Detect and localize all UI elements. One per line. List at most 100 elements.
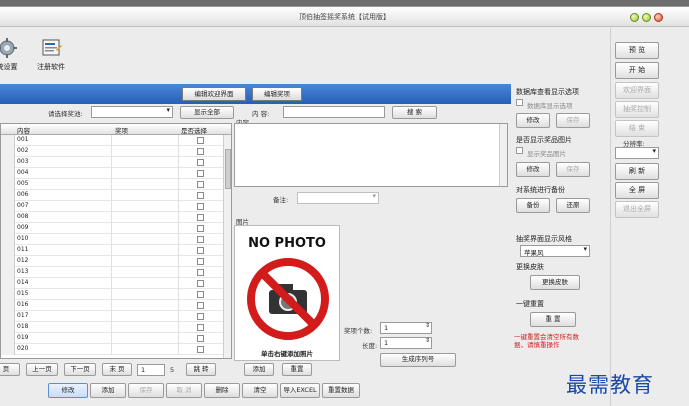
cell-divider [111,322,112,333]
row-select-checkbox[interactable] [197,346,204,353]
add-button[interactable]: 添加 [90,383,126,398]
row-select-checkbox[interactable] [197,313,204,320]
style-select[interactable]: 苹果风 ▾ [520,245,590,257]
row-select-checkbox[interactable] [197,159,204,166]
row-select-checkbox[interactable] [197,269,204,276]
content-textarea[interactable] [234,123,508,187]
reset-data-button[interactable]: 重置数据 [322,383,360,398]
table-row[interactable]: 019 [1,333,223,344]
table-row[interactable]: 005 [1,179,223,190]
reset-all-button[interactable]: 重 置 [530,312,576,327]
welcome-screen-button[interactable]: 欢迎界面 [615,82,659,99]
fullscreen-button[interactable]: 全 屏 [615,182,659,199]
reset-picture-button[interactable]: 重置 [282,363,312,376]
show-picture-save-button[interactable]: 保存 [556,162,590,177]
minimize-button[interactable] [630,13,639,22]
table-row[interactable]: 008 [1,212,223,223]
pool-select[interactable]: ▾ [91,106,173,118]
change-skin-button[interactable]: 更换皮肤 [530,275,580,290]
prev-page-button[interactable]: 上一页 [26,363,58,376]
db-display-save-button[interactable]: 保存 [556,113,590,128]
row-select-checkbox[interactable] [197,148,204,155]
import-excel-button[interactable]: 导入EXCEL [280,383,320,398]
table-row[interactable]: 018 [1,322,223,333]
edit-welcome-button[interactable]: 编辑欢迎界面 [182,87,246,101]
last-page-button[interactable]: 末 页 [102,363,132,376]
prize-picture[interactable]: NO PHOTO 单击右键添加照片 [234,225,340,361]
row-select-checkbox[interactable] [197,214,204,221]
refresh-button[interactable]: 刷 新 [615,163,659,180]
show-picture-checkbox[interactable] [516,147,523,154]
row-select-checkbox[interactable] [197,225,204,232]
next-page-button[interactable]: 下一页 [64,363,96,376]
modify-button[interactable]: 修改 [48,383,88,398]
row-select-checkbox[interactable] [197,192,204,199]
preview-button[interactable]: 预 览 [615,42,659,59]
db-display-modify-button[interactable]: 修改 [516,113,550,128]
toolbar-register[interactable]: 注册软件 [32,38,70,72]
row-select-checkbox[interactable] [197,258,204,265]
prize-count-stepper[interactable]: 1 ⇕ [380,322,432,334]
page-input[interactable]: 1 [137,364,165,376]
table-row[interactable]: 009 [1,223,223,234]
row-select-checkbox[interactable] [197,280,204,287]
db-display-checkbox[interactable] [516,99,523,106]
row-select-checkbox[interactable] [197,236,204,243]
length-stepper[interactable]: 1 ⇕ [380,337,432,349]
show-all-button[interactable]: 显示全部 [180,106,234,119]
backup-button[interactable]: 备份 [516,198,550,213]
table-row[interactable]: 011 [1,245,223,256]
note-select[interactable]: ▾ [297,192,379,204]
table-scrollbar[interactable] [223,135,231,358]
exit-fullscreen-button[interactable]: 退出全屏 [615,201,659,218]
table-row[interactable]: 020 [1,344,223,355]
edit-prizes-button[interactable]: 编辑奖项 [252,87,302,101]
jump-button[interactable]: 跳 转 [186,363,216,376]
row-select-checkbox[interactable] [197,291,204,298]
row-select-checkbox[interactable] [197,137,204,144]
table-row[interactable]: 013 [1,267,223,278]
toolbar-settings[interactable]: 统设置 [0,38,20,72]
row-header-cell [1,234,15,245]
table-row[interactable]: 014 [1,278,223,289]
cancel-button[interactable]: 取 消 [166,383,202,398]
first-page-button[interactable]: 页 [0,363,20,376]
maximize-button[interactable] [642,13,651,22]
generate-serial-button[interactable]: 生成序列号 [380,353,456,367]
table-row[interactable]: 006 [1,190,223,201]
delete-button[interactable]: 删除 [204,383,240,398]
search-button[interactable]: 搜 索 [392,106,437,119]
table-row[interactable]: 007 [1,201,223,212]
row-select-checkbox[interactable] [197,170,204,177]
resolution-select[interactable]: ▾ [615,147,659,159]
lottery-control-button[interactable]: 抽奖控制 [615,101,659,118]
row-select-checkbox[interactable] [197,203,204,210]
row-select-checkbox[interactable] [197,247,204,254]
table-row[interactable]: 001 [1,135,223,146]
save-button[interactable]: 保存 [128,383,164,398]
add-picture-button[interactable]: 添加 [244,363,274,376]
row-select-checkbox[interactable] [197,335,204,342]
row-select-checkbox[interactable] [197,302,204,309]
table-row[interactable]: 004 [1,168,223,179]
start-button[interactable]: 开 始 [615,62,659,79]
row-select-checkbox[interactable] [197,181,204,188]
table-scrollbar-thumb[interactable] [225,149,231,189]
table-row[interactable]: 017 [1,311,223,322]
end-button[interactable]: 结 束 [615,120,659,137]
show-picture-modify-button[interactable]: 修改 [516,162,550,177]
table-row[interactable]: 002 [1,146,223,157]
close-button[interactable] [654,13,663,22]
content-search-input[interactable] [283,106,385,118]
clear-button[interactable]: 清空 [242,383,278,398]
table-row[interactable]: 012 [1,256,223,267]
restore-button[interactable]: 还原 [556,198,590,213]
search-row: 请选择奖池: ▾ 显示全部 内 容: 搜 索 [0,104,511,121]
table-row[interactable]: 003 [1,157,223,168]
content-scrollbar[interactable] [499,124,507,186]
row-select-checkbox[interactable] [197,324,204,331]
table-row[interactable]: 015 [1,289,223,300]
table-row[interactable]: 016 [1,300,223,311]
table-row[interactable]: 010 [1,234,223,245]
side-panel: 预 览 开 始 欢迎界面 抽奖控制 结 束 分辨率: ▾ 刷 新 全 屏 退出全… [610,28,689,406]
